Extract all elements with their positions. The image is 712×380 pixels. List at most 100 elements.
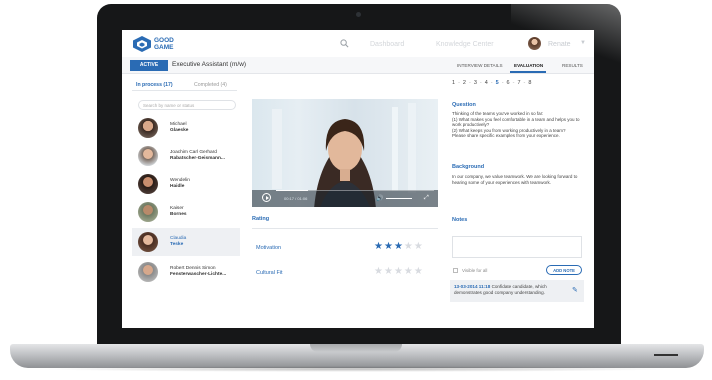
laptop-speaker-slot — [654, 354, 678, 356]
notes-title: Notes — [452, 217, 468, 223]
fullscreen-icon[interactable]: ⤢ — [424, 195, 429, 202]
tab-evaluation[interactable]: EVALUATION — [514, 63, 543, 68]
brand-line-1: GOOD — [154, 37, 174, 44]
candidate-name: Claudia Teske — [170, 236, 186, 248]
note-input[interactable] — [452, 236, 582, 258]
candidate-name: Joachim Carl Gerhard Rabatscher-Geismann… — [170, 150, 225, 162]
step-8[interactable]: 8 — [528, 80, 531, 86]
candidate-last-name: Rabatscher-Geismann... — [170, 156, 225, 161]
visible-for-all-label: Visible for all — [462, 268, 488, 273]
question-text: Thinking of the teams you've worked in s… — [452, 111, 580, 139]
candidate-item-joachim-rabatscher[interactable]: Joachim Carl Gerhard Rabatscher-Geismann… — [132, 142, 240, 170]
candidate-avatar — [138, 202, 158, 222]
step-separator: - — [479, 80, 482, 86]
candidate-item-wendelin-haidle[interactable]: Wendelin Haidle — [132, 170, 240, 198]
user-name[interactable]: Renate — [548, 41, 571, 48]
step-1[interactable]: 1 — [452, 80, 455, 86]
nav-knowledge-center[interactable]: Knowledge Center — [436, 41, 494, 48]
step-separator: - — [468, 80, 471, 86]
active-tab-indicator — [510, 71, 546, 73]
star-empty-icon[interactable]: ★ — [374, 266, 384, 277]
step-3[interactable]: 3 — [474, 80, 477, 86]
candidate-avatar — [138, 118, 158, 138]
star-empty-icon[interactable]: ★ — [404, 241, 414, 252]
brand-name: GOOD GAME — [154, 37, 174, 51]
step-2[interactable]: 2 — [463, 80, 466, 86]
candidate-item-claudia-teske[interactable]: Claudia Teske — [132, 228, 240, 256]
question-title: Question — [452, 102, 476, 108]
job-title: Executive Assistant (m/w) — [172, 61, 247, 68]
play-icon[interactable] — [262, 193, 271, 202]
star-empty-icon[interactable]: ★ — [414, 241, 424, 252]
laptop-notch — [310, 344, 402, 352]
star-filled-icon[interactable]: ★ — [384, 241, 394, 252]
volume-slider[interactable] — [386, 198, 412, 199]
star-empty-icon[interactable]: ★ — [404, 266, 414, 277]
star-filled-icon[interactable]: ★ — [394, 241, 404, 252]
filter-completed[interactable]: Completed (4) — [194, 82, 227, 88]
candidate-avatar — [138, 262, 158, 282]
goodgame-logo-icon[interactable] — [132, 35, 152, 53]
candidate-name: Robert Dennis Simon Fensterwascher-Licht… — [170, 266, 226, 278]
candidate-avatar — [138, 174, 158, 194]
nav-dashboard[interactable]: Dashboard — [370, 41, 404, 48]
star-empty-icon[interactable]: ★ — [414, 266, 424, 277]
step-4[interactable]: 4 — [485, 80, 488, 86]
app-screen: GOOD GAME Dashboard Knowledge Center Ren… — [122, 30, 594, 328]
note-date: 13-03-2014 11:18 — [454, 284, 491, 289]
edit-pencil-icon[interactable]: ✎ — [572, 286, 578, 294]
rating-label-motivation: Motivation — [256, 245, 282, 251]
candidate-last-name: Glaeske — [170, 128, 189, 133]
filter-divider — [132, 90, 237, 91]
candidate-item-robert-fensterwascher[interactable]: Robert Dennis Simon Fensterwascher-Licht… — [132, 258, 240, 286]
step-separator: - — [501, 80, 504, 86]
candidate-name: Michael Glaeske — [170, 122, 188, 134]
video-time: 00:17 / 01:06 — [284, 196, 308, 201]
brand-line-2: GAME — [154, 44, 174, 51]
search-icon[interactable] — [340, 39, 349, 48]
star-empty-icon[interactable]: ★ — [384, 266, 394, 277]
step-separator: - — [490, 80, 493, 86]
candidate-avatar — [138, 146, 158, 166]
candidate-name: Kaiser Bornes — [170, 206, 187, 218]
volume-icon[interactable]: 🔊 — [376, 195, 383, 202]
star-rating-cultural-fit[interactable]: ★★★★★ — [374, 266, 424, 277]
star-empty-icon[interactable]: ★ — [394, 266, 404, 277]
add-note-button[interactable]: ADD NOTE — [546, 265, 582, 275]
chevron-down-icon[interactable]: ▼ — [580, 40, 586, 46]
candidate-name: Wendelin Haidle — [170, 178, 190, 190]
rating-section-title: Rating — [252, 216, 270, 222]
step-separator: - — [458, 80, 460, 86]
candidate-last-name: Fensterwascher-Lichte... — [170, 272, 227, 277]
laptop-shadow — [40, 366, 672, 372]
interview-video-player[interactable]: 00:17 / 01:06 🔊 ⤢ — [252, 99, 438, 207]
star-rating-motivation[interactable]: ★★★★★ — [374, 241, 424, 252]
step-5[interactable]: 5 — [496, 80, 499, 86]
step-separator: - — [512, 80, 515, 86]
status-badge: ACTIVE — [130, 60, 168, 71]
video-progress-fill — [276, 190, 308, 191]
background-title: Background — [452, 164, 485, 170]
step-6[interactable]: 6 — [507, 80, 510, 86]
rating-label-cultural-fit: Cultural Fit — [256, 270, 283, 276]
star-filled-icon[interactable]: ★ — [374, 241, 384, 252]
candidate-last-name: Haidle — [170, 184, 185, 189]
user-avatar[interactable] — [528, 37, 541, 50]
candidate-search-input[interactable]: Search by name or status — [138, 100, 236, 110]
background-text: In our company, we value teamwork. We ar… — [452, 174, 578, 185]
camera-dot — [356, 12, 361, 17]
candidate-last-name: Teske — [170, 242, 184, 247]
rating-divider — [252, 228, 438, 229]
step-7[interactable]: 7 — [517, 80, 520, 86]
candidate-item-michael-glaeske[interactable]: Michael Glaeske — [132, 114, 240, 142]
candidate-last-name: Bornes — [170, 212, 187, 217]
top-navigation-bar: GOOD GAME Dashboard Knowledge Center Ren… — [122, 30, 594, 58]
question-stepper: 1-2-3-4-5-6-7-8 — [452, 80, 534, 86]
visible-for-all-checkbox[interactable] — [453, 268, 458, 273]
tab-interview-details[interactable]: INTERVIEW DETAILS — [457, 63, 503, 68]
note-entry: 13-03-2014 11:18 Confidate candidate, wh… — [450, 280, 584, 302]
candidate-item-kaiser-bornes[interactable]: Kaiser Bornes — [132, 198, 240, 226]
tab-results[interactable]: RESULTS — [562, 63, 583, 68]
candidate-avatar — [138, 232, 158, 252]
filter-in-process[interactable]: In process (17) — [136, 82, 173, 88]
